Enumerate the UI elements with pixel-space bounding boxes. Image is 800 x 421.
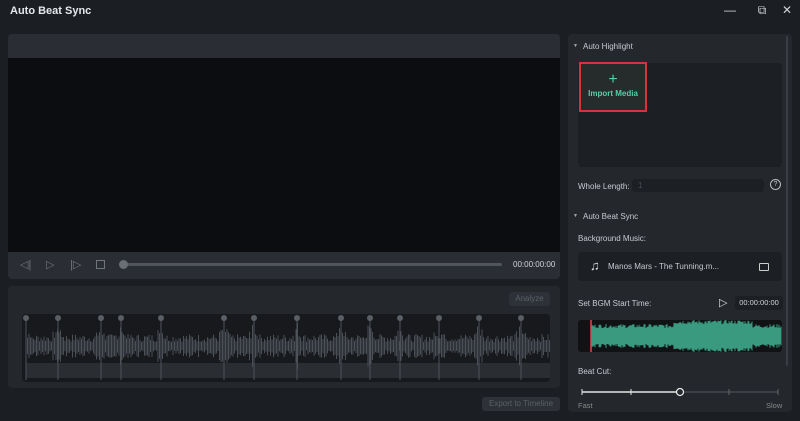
- beat-marker: [436, 315, 442, 321]
- minimize-button[interactable]: —: [720, 3, 740, 19]
- collapse-icon[interactable]: ▼: [573, 43, 578, 49]
- slider-handle: [675, 387, 685, 397]
- bgm-play-icon[interactable]: ▷: [719, 296, 727, 309]
- bgm-wave: [591, 320, 782, 352]
- music-file-name: Manos Mars - The Tunning.m...: [608, 262, 720, 271]
- fast-label: Fast: [578, 401, 593, 410]
- window-title: Auto Beat Sync: [10, 5, 92, 17]
- folder-icon[interactable]: [759, 263, 769, 271]
- bgm-waveform[interactable]: [578, 320, 782, 352]
- analyze-button[interactable]: Analyze: [509, 292, 550, 306]
- beat-cut-slider[interactable]: [578, 385, 782, 399]
- beat-panel: Analyze: [8, 286, 560, 388]
- video-preview: [8, 58, 560, 252]
- beat-marker: [294, 315, 300, 321]
- help-icon[interactable]: ?: [770, 179, 781, 190]
- plus-icon: +: [608, 71, 618, 88]
- scrollbar[interactable]: [786, 36, 788, 366]
- collapse-icon[interactable]: ▼: [573, 213, 578, 219]
- restore-button[interactable]: ⧉: [752, 3, 772, 19]
- beat-waveform[interactable]: [22, 314, 550, 382]
- progress-slider[interactable]: [119, 260, 502, 269]
- auto-highlight-header[interactable]: Auto Highlight: [583, 42, 633, 51]
- whole-length-label: Whole Length:: [578, 182, 630, 191]
- background-music-label: Background Music:: [578, 234, 647, 243]
- media-drop-area: + Import Media: [578, 62, 782, 167]
- beat-track: [26, 363, 550, 378]
- beat-marker: [251, 315, 257, 321]
- video-player: ◁| ▷ |▷ 00:00:00:00: [8, 34, 560, 279]
- beat-marker: [158, 315, 164, 321]
- beat-marker: [55, 315, 61, 321]
- beat-marker: [397, 315, 403, 321]
- beat-marker: [518, 315, 524, 321]
- import-media-label: Import Media: [588, 89, 638, 98]
- stop-icon[interactable]: [96, 260, 105, 269]
- beat-marker: [23, 315, 29, 321]
- music-note-icon: ♫: [590, 258, 600, 273]
- beat-marker: [476, 315, 482, 321]
- whole-length-input[interactable]: 1: [632, 179, 764, 192]
- progress-handle[interactable]: [119, 260, 128, 269]
- player-time: 00:00:00:00: [513, 260, 556, 269]
- previous-frame-icon[interactable]: ◁|: [20, 258, 31, 271]
- beat-marker: [338, 315, 344, 321]
- bgm-start-label: Set BGM Start Time:: [578, 299, 652, 308]
- beat-cut-label: Beat Cut:: [578, 367, 612, 376]
- beat-marker: [98, 315, 104, 321]
- bgm-start-time[interactable]: 00:00:00:00: [735, 296, 783, 310]
- slow-label: Slow: [766, 401, 783, 410]
- import-media-button[interactable]: + Import Media: [579, 62, 647, 112]
- next-frame-icon[interactable]: |▷: [70, 258, 81, 271]
- play-icon[interactable]: ▷: [46, 258, 54, 271]
- beat-marker: [221, 315, 227, 321]
- close-button[interactable]: ✕: [777, 3, 797, 19]
- export-to-timeline-button[interactable]: Export to Timeline: [482, 397, 560, 411]
- auto-beat-sync-header[interactable]: Auto Beat Sync: [583, 212, 638, 221]
- beat-marker: [367, 315, 373, 321]
- settings-panel: ▼ Auto Highlight + Import Media Whole Le…: [568, 34, 792, 412]
- music-file-box[interactable]: ♫ Manos Mars - The Tunning.m...: [578, 252, 782, 281]
- beat-marker: [118, 315, 124, 321]
